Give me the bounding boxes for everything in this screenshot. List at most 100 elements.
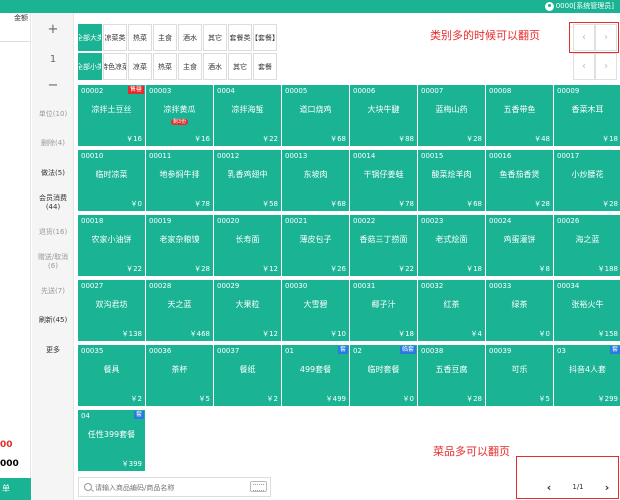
subcategory-tab-1[interactable]: 特色凉菜 xyxy=(103,53,127,80)
product-price: ￥78 xyxy=(398,200,414,208)
product-tile[interactable]: 00018 农家小油饼 ￥22 xyxy=(78,215,145,276)
product-tile[interactable]: 03 抖音4人套 ￥299 套 xyxy=(554,345,620,406)
product-tile[interactable]: 00017 小炒腰花 ￥28 xyxy=(554,150,620,211)
checkout-button[interactable]: 单 xyxy=(0,478,31,500)
refresh-button[interactable]: 刷新(45) xyxy=(32,315,74,325)
subcategory-next-button[interactable]: › xyxy=(595,53,617,80)
category-tab-1[interactable]: 凉菜类 xyxy=(103,24,127,51)
product-badge: 售罄 xyxy=(127,86,144,94)
product-tile[interactable]: 00037 餐纸 ￥2 xyxy=(214,345,281,406)
product-tile[interactable]: 00038 五香豆腐 ￥28 xyxy=(418,345,485,406)
search-box[interactable] xyxy=(78,477,271,497)
product-tile[interactable]: 00031 椰子汁 ￥18 xyxy=(350,280,417,341)
product-code: 00024 xyxy=(489,217,512,225)
product-price: ￥78 xyxy=(194,200,210,208)
product-name: 老家杂粮馍 xyxy=(159,235,200,244)
product-tile[interactable]: 00029 大果粒 ￥12 xyxy=(214,280,281,341)
subcategory-tab-4[interactable]: 主食 xyxy=(178,53,202,80)
product-tile[interactable]: 00007 蓝梅山药 ￥28 xyxy=(418,85,485,146)
decrease-button[interactable]: − xyxy=(32,79,74,92)
return-button[interactable]: 退货(16) xyxy=(32,227,74,237)
product-price: ￥12 xyxy=(262,265,278,273)
product-tile[interactable]: 00035 餐具 ￥2 xyxy=(78,345,145,406)
product-tile[interactable]: 01 499套餐 ￥499 套 xyxy=(282,345,349,406)
product-tile[interactable]: 00024 鸡蛋灌饼 ￥8 xyxy=(486,215,553,276)
product-price: ￥28 xyxy=(194,265,210,273)
product-name: 鸡蛋灌饼 xyxy=(503,235,536,244)
category-tab-5[interactable]: 其它 xyxy=(203,24,227,51)
product-code: 00021 xyxy=(285,217,308,225)
product-tile[interactable]: 00021 薄皮包子 ￥26 xyxy=(282,215,349,276)
subcategory-tab-6[interactable]: 其它 xyxy=(228,53,252,80)
product-code: 0004 xyxy=(217,87,235,95)
subcategory-prev-button[interactable]: ‹ xyxy=(573,53,595,80)
product-name: 干锅仔姜蛙 xyxy=(363,170,404,179)
product-tile[interactable]: 00026 海之蓝 ￥188 xyxy=(554,215,620,276)
product-tile[interactable]: 00036 茶杯 ￥5 xyxy=(146,345,213,406)
product-tile[interactable]: 00034 张裕火牛 ￥158 xyxy=(554,280,620,341)
product-name: 任性399套餐 xyxy=(87,430,136,439)
search-input[interactable] xyxy=(95,481,265,494)
delete-button[interactable]: 删除(4) xyxy=(32,138,74,148)
product-name: 椰子汁 xyxy=(371,300,396,309)
product-tile[interactable]: 00003 凉拌黄瓜 ￥16 剩3份 xyxy=(146,85,213,146)
product-price: ￥88 xyxy=(398,135,414,143)
product-tile[interactable]: 02 临时套餐 ￥0 临套 xyxy=(350,345,417,406)
product-tile[interactable]: 00013 东坡肉 ￥68 xyxy=(282,150,349,211)
product-tile[interactable]: 00005 道口烧鸡 ￥68 xyxy=(282,85,349,146)
product-tile[interactable]: 00039 可乐 ￥5 xyxy=(486,345,553,406)
unit-button[interactable]: 单位(10) xyxy=(32,109,74,119)
subcategory-tab-0[interactable]: 全部小类 xyxy=(78,53,102,80)
product-tile[interactable]: 04 任性399套餐 ￥399 套 xyxy=(78,410,145,471)
product-name: 餐纸 xyxy=(239,365,256,374)
product-price: ￥18 xyxy=(602,135,618,143)
subcategory-tab-5[interactable]: 酒水 xyxy=(203,53,227,80)
subcategory-tab-3[interactable]: 热菜 xyxy=(153,53,177,80)
product-next-button[interactable]: › xyxy=(596,477,618,497)
subcategory-tab-7[interactable]: 套餐 xyxy=(253,53,277,80)
product-tile[interactable]: 00010 临时凉菜 ￥0 xyxy=(78,150,145,211)
category-tab-2[interactable]: 热菜 xyxy=(128,24,152,51)
product-tile[interactable]: 00028 天之蓝 ￥468 xyxy=(146,280,213,341)
product-tile[interactable]: 00015 酸菜烩羊肉 ￥68 xyxy=(418,150,485,211)
product-badge: 套 xyxy=(609,346,620,354)
product-tile[interactable]: 00022 香菇三丁捞面 ￥22 xyxy=(350,215,417,276)
product-tile[interactable]: 00033 绿茶 ￥0 xyxy=(486,280,553,341)
product-tile[interactable]: 00019 老家杂粮馍 ￥28 xyxy=(146,215,213,276)
product-tile[interactable]: 00006 大块牛腱 ￥88 xyxy=(350,85,417,146)
subcategory-tab-2[interactable]: 凉菜 xyxy=(128,53,152,80)
product-tile[interactable]: 00023 老式烩面 ￥18 xyxy=(418,215,485,276)
product-prev-button[interactable]: ‹ xyxy=(538,477,560,497)
product-tile[interactable]: 00030 大雪碧 ￥10 xyxy=(282,280,349,341)
category-tab-4[interactable]: 酒水 xyxy=(178,24,202,51)
category-tab-6[interactable]: 套餐类 xyxy=(228,24,252,51)
increase-button[interactable]: + xyxy=(32,23,74,36)
product-tile[interactable]: 00014 干锅仔姜蛙 ￥78 xyxy=(350,150,417,211)
more-button[interactable]: 更多 xyxy=(32,345,74,355)
user-menu[interactable]: 0000[系统管理员] xyxy=(544,1,614,11)
product-code: 00012 xyxy=(217,152,240,160)
product-name: 鱼香茄香煲 xyxy=(499,170,540,179)
category-tab-3[interactable]: 主食 xyxy=(153,24,177,51)
product-code: 00019 xyxy=(149,217,172,225)
method-button[interactable]: 做法(5) xyxy=(32,168,74,178)
product-tile[interactable]: 00008 五香带鱼 ￥48 xyxy=(486,85,553,146)
product-pager: ‹ 1/1 › xyxy=(538,477,618,497)
product-tile[interactable]: 00011 地参焖牛排 ￥78 xyxy=(146,150,213,211)
keyboard-icon[interactable] xyxy=(250,481,267,492)
category-tab-0[interactable]: 全部大类 xyxy=(78,24,102,51)
category-tab-7[interactable]: 【套餐】 xyxy=(253,24,277,51)
product-price: ￥68 xyxy=(466,200,482,208)
product-tile[interactable]: 00020 长寿面 ￥12 xyxy=(214,215,281,276)
product-tile[interactable]: 00009 香菜木耳 ￥18 xyxy=(554,85,620,146)
deliver-first-button[interactable]: 先送(7) xyxy=(32,286,74,296)
product-tile[interactable]: 00027 双沟君坊 ￥138 xyxy=(78,280,145,341)
product-name: 大块牛腱 xyxy=(367,105,400,114)
product-price: ￥26 xyxy=(330,265,346,273)
product-tile[interactable]: 00002 凉拌土豆丝 ￥16 售罄 xyxy=(78,85,145,146)
product-tile[interactable]: 00032 红茶 ￥4 xyxy=(418,280,485,341)
annotation-top: 类别多的时候可以翻页 xyxy=(430,29,540,42)
product-tile[interactable]: 00012 乳香鸡翅中 ￥58 xyxy=(214,150,281,211)
product-tile[interactable]: 00016 鱼香茄香煲 ￥28 xyxy=(486,150,553,211)
product-tile[interactable]: 0004 凉拌海蜇 ￥22 xyxy=(214,85,281,146)
